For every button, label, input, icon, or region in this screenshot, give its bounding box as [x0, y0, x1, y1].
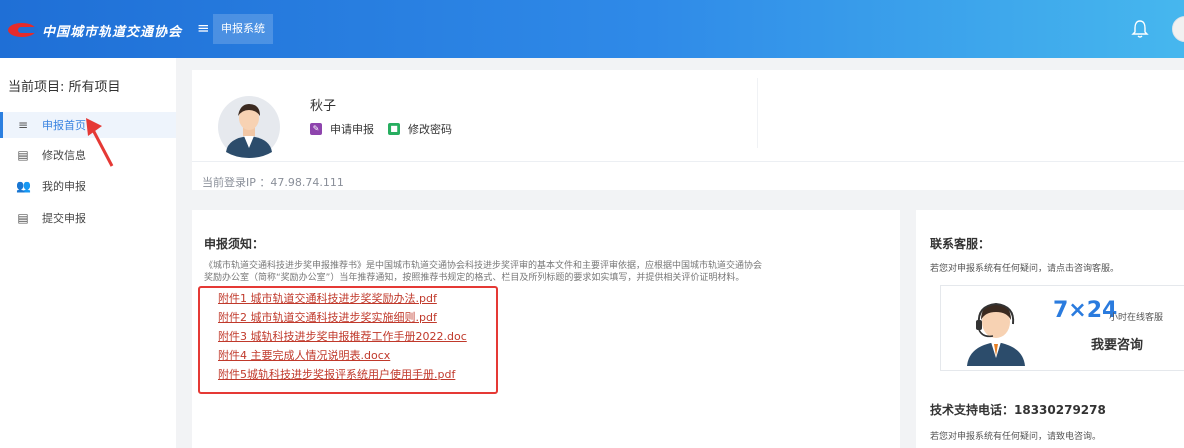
hamburger-icon[interactable]: ≡ — [197, 19, 210, 37]
notice-body: 《城市轨道交通科技进步奖申报推荐书》是中国城市轨道交通协会科技进步奖评审的基本文… — [204, 260, 894, 284]
tab-declare-system[interactable]: 申报系统 — [213, 14, 273, 44]
attachment-link[interactable]: 附件1 城市轨道交通科技进步奖奖励办法.pdf — [218, 290, 437, 306]
sidebar-item-label: 提交申报 — [42, 212, 86, 225]
online-label: 小时在线客服 — [1109, 313, 1164, 323]
logo[interactable]: 中国城市轨道交通协会 — [8, 20, 182, 40]
consult-button[interactable]: 7×24 小时在线客服 我要咨询 — [940, 285, 1184, 371]
divider — [757, 78, 758, 148]
users-icon: 👥 — [16, 179, 31, 193]
support-phone-desc: 若您对申报系统有任何疑问，请致电咨询。 — [930, 432, 1102, 442]
attachment-link[interactable]: 附件3 城轨科技进步奖申报推荐工作手册2022.doc — [218, 328, 467, 344]
current-project: 当前项目: 所有项目 — [8, 80, 121, 95]
attachment-link[interactable]: 附件2 城市轨道交通科技进步奖实施细则.pdf — [218, 309, 437, 325]
notice-line: 奖励办公室（简称“奖励办公室”）当年推荐通知，按照推荐书规定的格式、栏目及所列标… — [204, 273, 745, 283]
lock-icon: ■ — [388, 123, 400, 135]
contact-title: 联系客服： — [930, 237, 991, 251]
support-phone: 技术支持电话：18330279278 — [930, 403, 1106, 417]
notice-line: 《城市轨道交通科技进步奖申报推荐书》是中国城市轨道交通协会科技进步奖评审的基本文… — [204, 261, 763, 271]
notice-title: 申报须知： — [204, 237, 265, 251]
annotation-arrow-icon — [86, 118, 114, 167]
sidebar-item-my-declarations[interactable]: 👥 我的申报 — [0, 173, 176, 199]
change-password-link[interactable]: 修改密码 — [408, 121, 452, 137]
profile-actions: ✎ 申请申报 ■ 修改密码 — [310, 121, 452, 137]
logo-text: 中国城市轨道交通协会 — [42, 24, 183, 40]
login-ip: 当前登录IP ：47.98.74.111 — [202, 176, 344, 189]
attachment-link[interactable]: 附件5城轨科技进步奖报评系统用户使用手册.pdf — [218, 366, 455, 382]
edit-icon: ✎ — [310, 123, 322, 135]
form-icon: ▤ — [17, 148, 29, 162]
notice-card: 申报须知： 《城市轨道交通科技进步奖申报推荐书》是中国城市轨道交通协会科技进步奖… — [192, 210, 900, 448]
sidebar-item-label: 我的申报 — [42, 180, 86, 193]
contact-desc: 若您对申报系统有任何疑问，请点击咨询客服。 — [930, 264, 1120, 274]
sidebar: 当前项目: 所有项目 ≡ 申报首页 ▤ 修改信息 👥 我的申报 ▤ 提交申报 — [0, 58, 176, 448]
profile-card: 秋子 ✎ 申请申报 ■ 修改密码 当前登录IP ：47.98.74.111 — [192, 70, 1184, 190]
sidebar-item-submit[interactable]: ▤ 提交申报 — [0, 205, 176, 231]
consult-label: 我要咨询 — [1091, 338, 1144, 353]
user-avatar[interactable] — [1172, 16, 1184, 42]
top-bar: 中国城市轨道交通协会 ≡ 申报系统 — [0, 0, 1184, 58]
user-name: 秋子 — [310, 99, 337, 114]
list-icon: ≡ — [17, 118, 29, 132]
attachment-link[interactable]: 附件4 主要完成人情况说明表.docx — [218, 347, 390, 363]
customer-service-agent-icon — [967, 302, 1025, 366]
contact-card: 联系客服： 若您对申报系统有任何疑问，请点击咨询客服。 7×24 小时在线客服 … — [916, 210, 1184, 448]
divider — [192, 161, 1184, 162]
user-avatar-icon — [218, 96, 280, 158]
logo-mark-icon — [8, 23, 38, 37]
service-hours: 7×24 — [1053, 298, 1118, 323]
bell-icon[interactable] — [1131, 19, 1149, 39]
apply-declaration-link[interactable]: 申请申报 — [330, 121, 374, 137]
form-icon: ▤ — [17, 211, 29, 225]
